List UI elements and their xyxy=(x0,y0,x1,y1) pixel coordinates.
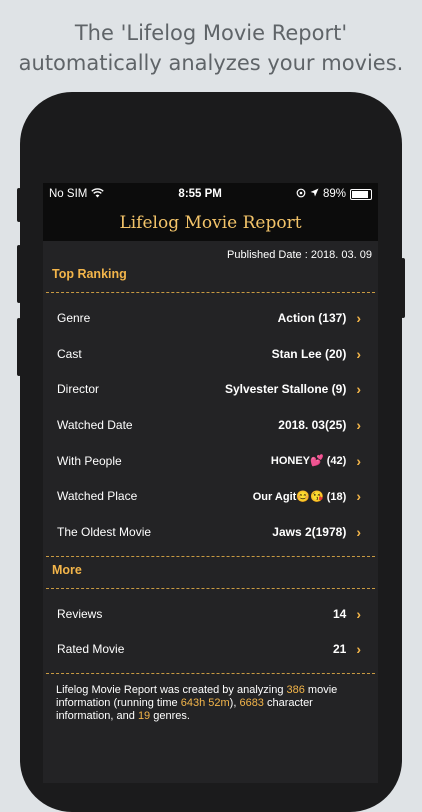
row-value: 21 xyxy=(332,642,347,657)
running-time: 643h 52m xyxy=(180,697,230,710)
row-value: Our Agit😊😘 (18) xyxy=(252,490,347,503)
row-label: Genre xyxy=(57,310,91,325)
more-row-reviews[interactable]: Reviews 14 › xyxy=(43,596,378,632)
location-icon xyxy=(310,188,319,200)
more-row-rated-movie[interactable]: Rated Movie 21 › xyxy=(43,632,378,668)
row-label: Cast xyxy=(57,346,82,361)
headline-line-2: automatically analyzes your movies. xyxy=(18,51,404,75)
ranking-row-director[interactable]: Director Sylvester Stallone (9) › xyxy=(43,371,378,407)
row-value: 2018. 03(25) xyxy=(278,417,347,432)
more-list: Reviews 14 › Rated Movie 21 › xyxy=(43,589,378,673)
published-date: Published Date : 2018. 03. 09 xyxy=(227,249,372,261)
genre-count: 19 xyxy=(137,710,151,723)
summary-text: ), xyxy=(229,697,240,710)
orientation-lock-icon xyxy=(296,188,306,201)
clock: 8:55 PM xyxy=(178,188,222,200)
battery-icon xyxy=(350,188,372,200)
analysis-summary: Lifelog Movie Report was created by anal… xyxy=(43,674,378,723)
chevron-right-icon: › xyxy=(356,641,361,658)
row-label: The Oldest Movie xyxy=(57,524,152,539)
page-title: Lifelog Movie Report xyxy=(119,213,302,233)
chevron-right-icon: › xyxy=(356,345,361,362)
chevron-right-icon: › xyxy=(356,309,361,326)
chevron-right-icon: › xyxy=(356,605,361,622)
headline-line-1: The 'Lifelog Movie Report' xyxy=(74,21,348,45)
carrier-label: No SIM xyxy=(49,188,88,200)
navigation-bar: Lifelog Movie Report xyxy=(43,205,378,241)
row-value: Sylvester Stallone (9) xyxy=(224,382,347,397)
chevron-right-icon: › xyxy=(356,381,361,398)
ranking-row-oldest-movie[interactable]: The Oldest Movie Jaws 2(1978) › xyxy=(43,514,378,550)
row-label: Watched Date xyxy=(57,417,133,432)
section-title-top-ranking: Top Ranking xyxy=(52,267,127,281)
chevron-right-icon: › xyxy=(356,488,361,505)
ranking-row-watched-place[interactable]: Watched Place Our Agit😊😘 (18) › xyxy=(43,478,378,514)
ranking-row-with-people[interactable]: With People HONEY💕 (42) › xyxy=(43,443,378,479)
row-label: With People xyxy=(57,453,122,468)
battery-percentage: 89% xyxy=(322,188,346,200)
row-label: Reviews xyxy=(57,606,103,621)
app-screen: No SIM 8:55 PM 89% Lifelog Movie Report … xyxy=(43,183,378,783)
promo-headline: The 'Lifelog Movie Report' automatically… xyxy=(0,18,422,78)
summary-text: Lifelog Movie Report was created by anal… xyxy=(56,684,287,697)
row-value: Action (137) xyxy=(277,310,347,325)
section-title-more: More xyxy=(52,562,82,577)
wifi-icon xyxy=(91,187,105,201)
row-value: HONEY💕 (42) xyxy=(270,455,347,468)
row-label: Rated Movie xyxy=(57,642,125,657)
row-value: Stan Lee (20) xyxy=(271,346,347,361)
chevron-right-icon: › xyxy=(356,416,361,433)
summary-text: genres. xyxy=(150,710,190,723)
chevron-right-icon: › xyxy=(356,523,361,540)
row-label: Director xyxy=(57,382,100,397)
row-label: Watched Place xyxy=(57,489,138,504)
row-value: 14 xyxy=(332,606,347,621)
character-count: 6683 xyxy=(239,697,264,710)
ranking-row-genre[interactable]: Genre Action (137) › xyxy=(43,300,378,336)
status-bar: No SIM 8:55 PM 89% xyxy=(43,183,378,205)
ranking-row-cast[interactable]: Cast Stan Lee (20) › xyxy=(43,336,378,372)
row-value: Jaws 2(1978) xyxy=(272,524,347,539)
movie-count: 386 xyxy=(286,684,305,697)
top-ranking-list: Genre Action (137) › Cast Stan Lee (20) › … xyxy=(43,293,378,556)
ranking-row-watched-date[interactable]: Watched Date 2018. 03(25) › xyxy=(43,407,378,443)
chevron-right-icon: › xyxy=(356,452,361,469)
